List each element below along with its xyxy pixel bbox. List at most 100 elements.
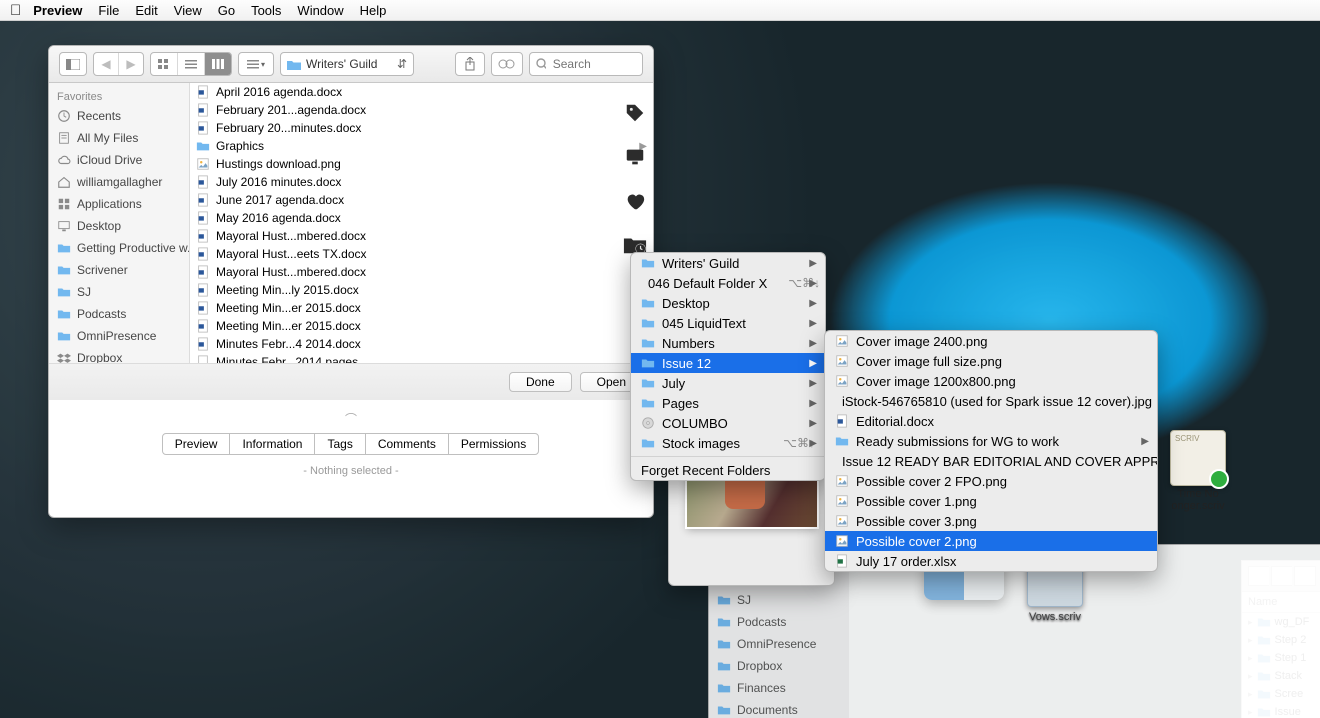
desktop-icon[interactable] [622,144,648,170]
menu-item[interactable]: 045 LiquidText▶ [631,313,825,333]
file-name: Meeting Min...er 2015.docx [216,301,361,315]
menu-item[interactable]: Pages▶ [631,393,825,413]
menu-item[interactable]: Cover image full size.png [825,351,1157,371]
resize-handle-icon[interactable]: ︵ [49,402,653,419]
menu-item[interactable]: Desktop▶ [631,293,825,313]
menu-view[interactable]: View [174,3,202,18]
sidebar-item[interactable]: Documents [709,699,849,718]
menu-item[interactable]: Cover image 2400.png [825,331,1157,351]
sidebar-item-label: Podcasts [77,307,126,321]
sidebar-item[interactable]: Finances [709,677,849,699]
menu-label: Issue 12 READY BAR EDITORIAL AND COVER A… [842,454,1158,469]
menu-item[interactable]: Issue 12 READY BAR EDITORIAL AND COVER A… [825,451,1157,471]
menu-item[interactable]: COLUMBO▶ [631,413,825,433]
tab-tags[interactable]: Tags [314,433,365,455]
file-row[interactable]: Meeting Min...er 2015.docx [190,299,653,317]
file-row[interactable]: February 201...agenda.docx [190,101,653,119]
file-row[interactable]: Meeting Min...er 2015.docx [190,317,653,335]
tab-preview[interactable]: Preview [162,433,231,455]
file-row[interactable]: July 2016 minutes.docx [190,173,653,191]
file-row[interactable]: May 2016 agenda.docx [190,209,653,227]
sidebar-item[interactable]: Podcasts [709,611,849,633]
sidebar-item[interactable]: Scrivener [49,259,189,281]
file-row[interactable]: June 2017 agenda.docx [190,191,653,209]
file-row[interactable]: Minutes Febr...4 2014.docx [190,335,653,353]
sidebar-item[interactable]: All My Files [49,127,189,149]
menu-edit[interactable]: Edit [135,3,157,18]
file-row[interactable]: Mayoral Hust...eets TX.docx [190,245,653,263]
sidebar-item[interactable]: Dropbox [49,347,189,363]
menu-label: Possible cover 2 FPO.png [856,474,1007,489]
disk-icon [641,416,655,430]
menu-item[interactable]: Possible cover 1.png [825,491,1157,511]
file-row[interactable]: Graphics▶ [190,137,653,155]
search-input[interactable] [551,56,636,72]
menu-file[interactable]: File [98,3,119,18]
icon-view-icon[interactable] [151,53,178,75]
file-row[interactable]: February 20...minutes.docx [190,119,653,137]
sidebar-item[interactable]: Dropbox [709,655,849,677]
menu-item[interactable]: 046 Default Folder X⌥⌘↓▶ [631,273,825,293]
sidebar-item[interactable]: williamgallagher [49,171,189,193]
tab-comments[interactable]: Comments [365,433,449,455]
sidebar-item[interactable]: SJ [49,281,189,303]
menu-window[interactable]: Window [297,3,343,18]
file-row[interactable]: Minutes Febr...2014.pages [190,353,653,363]
menu-item[interactable]: Possible cover 3.png [825,511,1157,531]
file-row[interactable]: Mayoral Hust...mbered.docx [190,263,653,281]
docx-icon [196,211,210,225]
column-view-icon[interactable] [205,53,231,75]
apple-menu-icon[interactable]:  [10,2,21,19]
menu-item[interactable]: Ready submissions for WG to work▶ [825,431,1157,451]
menu-item[interactable]: Writers' Guild▶ [631,253,825,273]
tags-button[interactable] [491,52,523,76]
tab-permissions[interactable]: Permissions [448,433,539,455]
menu-go[interactable]: Go [218,3,235,18]
tab-information[interactable]: Information [229,433,315,455]
menu-item[interactable]: Cover image 1200x800.png [825,371,1157,391]
desktop-file-time-no-longer[interactable]: Time No onger.scriv [1158,430,1238,512]
file-column[interactable]: April 2016 agenda.docxFebruary 201...age… [190,83,653,363]
menu-item[interactable]: July 17 order.xlsx [825,551,1157,571]
done-button[interactable]: Done [509,372,572,392]
back-button[interactable]: ◀ [94,53,119,75]
menu-item[interactable]: Editorial.docx [825,411,1157,431]
file-row[interactable]: April 2016 agenda.docx [190,83,653,101]
app-name[interactable]: Preview [33,3,82,18]
sidebar-item[interactable]: OmniPresence [709,633,849,655]
menu-item[interactable]: Possible cover 2 FPO.png [825,471,1157,491]
sidebar-item[interactable]: SJ [709,589,849,611]
favorite-icon[interactable] [622,188,648,214]
sidebar-item[interactable]: Getting Productive w... [49,237,189,259]
forget-recent-folders[interactable]: Forget Recent Folders [631,460,825,480]
sidebar-item[interactable]: Podcasts [49,303,189,325]
sidebar-toggle[interactable] [59,52,87,76]
menu-item[interactable]: Numbers▶ [631,333,825,353]
sidebar-item[interactable]: Applications [49,193,189,215]
menu-label: Ready submissions for WG to work [856,434,1059,449]
search-field[interactable] [529,52,643,76]
sidebar-item[interactable]: iCloud Drive [49,149,189,171]
sidebar-item[interactable]: Desktop [49,215,189,237]
menu-help[interactable]: Help [360,3,387,18]
view-modes[interactable] [150,52,232,76]
menu-item[interactable]: July▶ [631,373,825,393]
file-row[interactable]: Meeting Min...ly 2015.docx [190,281,653,299]
menu-item[interactable]: Possible cover 2.png [825,531,1157,551]
forward-button[interactable]: ▶ [119,53,143,75]
arrange-menu[interactable]: ▾ [238,52,274,76]
menu-tools[interactable]: Tools [251,3,281,18]
file-row[interactable]: Mayoral Hust...mbered.docx [190,227,653,245]
sidebar-item[interactable]: Recents [49,105,189,127]
path-popup[interactable]: Writers' Guild ⇵ [280,52,414,76]
menu-item[interactable]: iStock-546765810 (used for Spark issue 1… [825,391,1157,411]
list-view-icon[interactable] [178,53,205,75]
sidebar-item[interactable]: OmniPresence [49,325,189,347]
menu-item[interactable]: Stock images⌥⌘↑▶ [631,433,825,453]
file-row[interactable]: Hustings download.png [190,155,653,173]
menu-item[interactable]: Issue 12▶ [631,353,825,373]
sidebar-item-label: Dropbox [77,351,122,363]
tag-icon[interactable] [622,100,648,126]
nav-buttons[interactable]: ◀ ▶ [93,52,144,76]
share-button[interactable] [455,52,485,76]
